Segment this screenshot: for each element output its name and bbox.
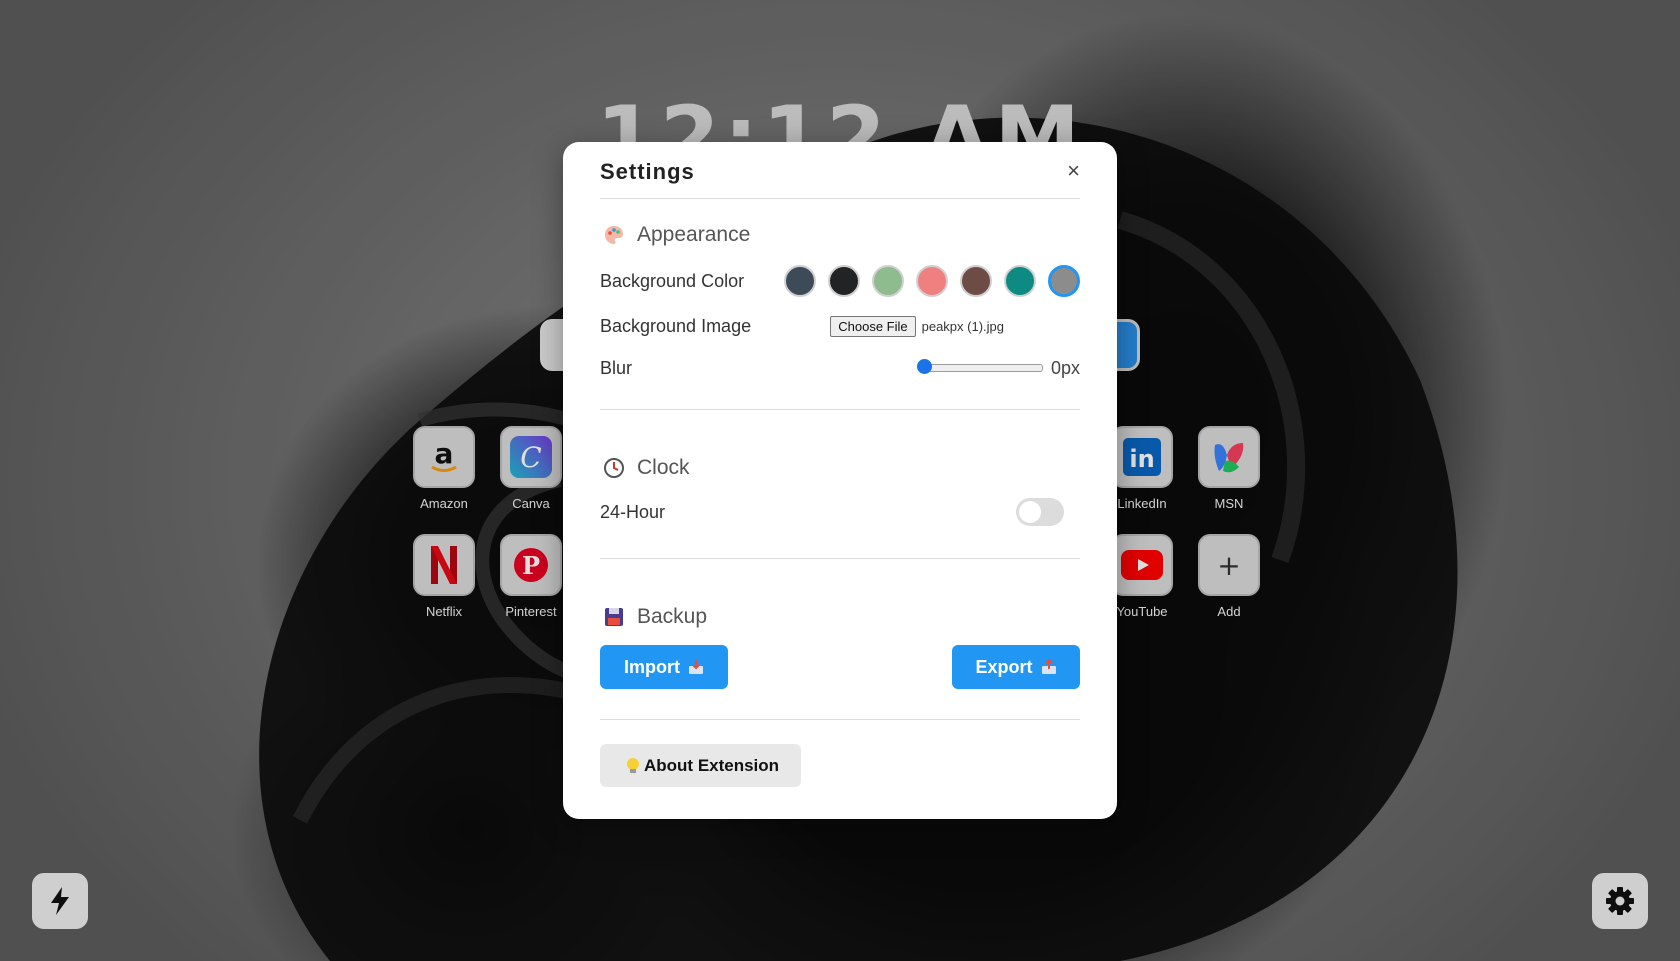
color-swatch-teal[interactable]: [1004, 265, 1036, 297]
import-button[interactable]: Import: [600, 645, 728, 689]
clock-icon: [604, 458, 624, 478]
file-name: peakpx (1).jpg: [921, 318, 1004, 334]
export-button[interactable]: Export: [952, 645, 1080, 689]
file-picker: Choose File peakpx (1).jpg: [830, 315, 1004, 337]
export-label: Export: [975, 656, 1033, 677]
color-swatch-coral[interactable]: [916, 265, 948, 297]
blur-slider-thumb[interactable]: [916, 359, 932, 374]
color-swatch-brown[interactable]: [960, 265, 992, 297]
palette-icon: [605, 226, 623, 244]
blur-value: 0px: [1050, 357, 1080, 378]
lightbulb-icon: [627, 757, 639, 773]
toggle-knob: [1019, 501, 1041, 523]
choose-file-button[interactable]: Choose File: [830, 315, 916, 337]
divider: [600, 558, 1080, 559]
clock-heading-text: Clock: [637, 456, 690, 479]
color-swatch-gray[interactable]: [1048, 265, 1080, 297]
import-label: Import: [624, 656, 680, 677]
divider: [600, 719, 1080, 720]
about-extension-label: About Extension: [644, 755, 780, 775]
backup-heading: Backup: [600, 605, 1080, 629]
blur-slider-wrap: 0px: [916, 357, 1080, 379]
background-image-label: Background Image: [600, 315, 752, 336]
modal-title: Settings: [600, 159, 695, 184]
background-color-label: Background Color: [600, 270, 745, 291]
color-swatch-black[interactable]: [828, 265, 860, 297]
about-extension-button[interactable]: About Extension: [600, 744, 802, 787]
background-image-row: Background Image Choose File peakpx (1).…: [600, 309, 1080, 343]
close-icon[interactable]: ×: [1067, 158, 1080, 184]
about-row: About Extension: [600, 744, 1080, 787]
backup-buttons-row: Import Export: [600, 645, 1080, 689]
hour24-toggle[interactable]: [1016, 498, 1064, 526]
blur-label: Blur: [600, 357, 633, 378]
inbox-tray-icon: [689, 660, 703, 674]
blur-row: Blur 0px: [600, 351, 1080, 385]
background-color-row: Background Color: [600, 263, 1080, 299]
hour24-label: 24-Hour: [600, 501, 666, 522]
hour24-row: 24-Hour: [600, 492, 1080, 532]
clock-heading: Clock: [600, 456, 1080, 480]
appearance-heading-text: Appearance: [637, 223, 751, 246]
divider: [600, 409, 1080, 410]
outbox-tray-icon: [1041, 659, 1056, 674]
backup-heading-text: Backup: [637, 605, 708, 628]
modal-header: Settings ×: [600, 142, 1080, 199]
color-swatch-slate[interactable]: [784, 265, 816, 297]
floppy-disk-icon: [605, 608, 623, 626]
color-swatch-green[interactable]: [872, 265, 904, 297]
appearance-heading: Appearance: [600, 223, 1080, 247]
blur-slider[interactable]: [916, 359, 1043, 374]
settings-modal: Settings × Appearance Background Color B…: [563, 142, 1117, 819]
color-swatches: [784, 265, 1080, 297]
